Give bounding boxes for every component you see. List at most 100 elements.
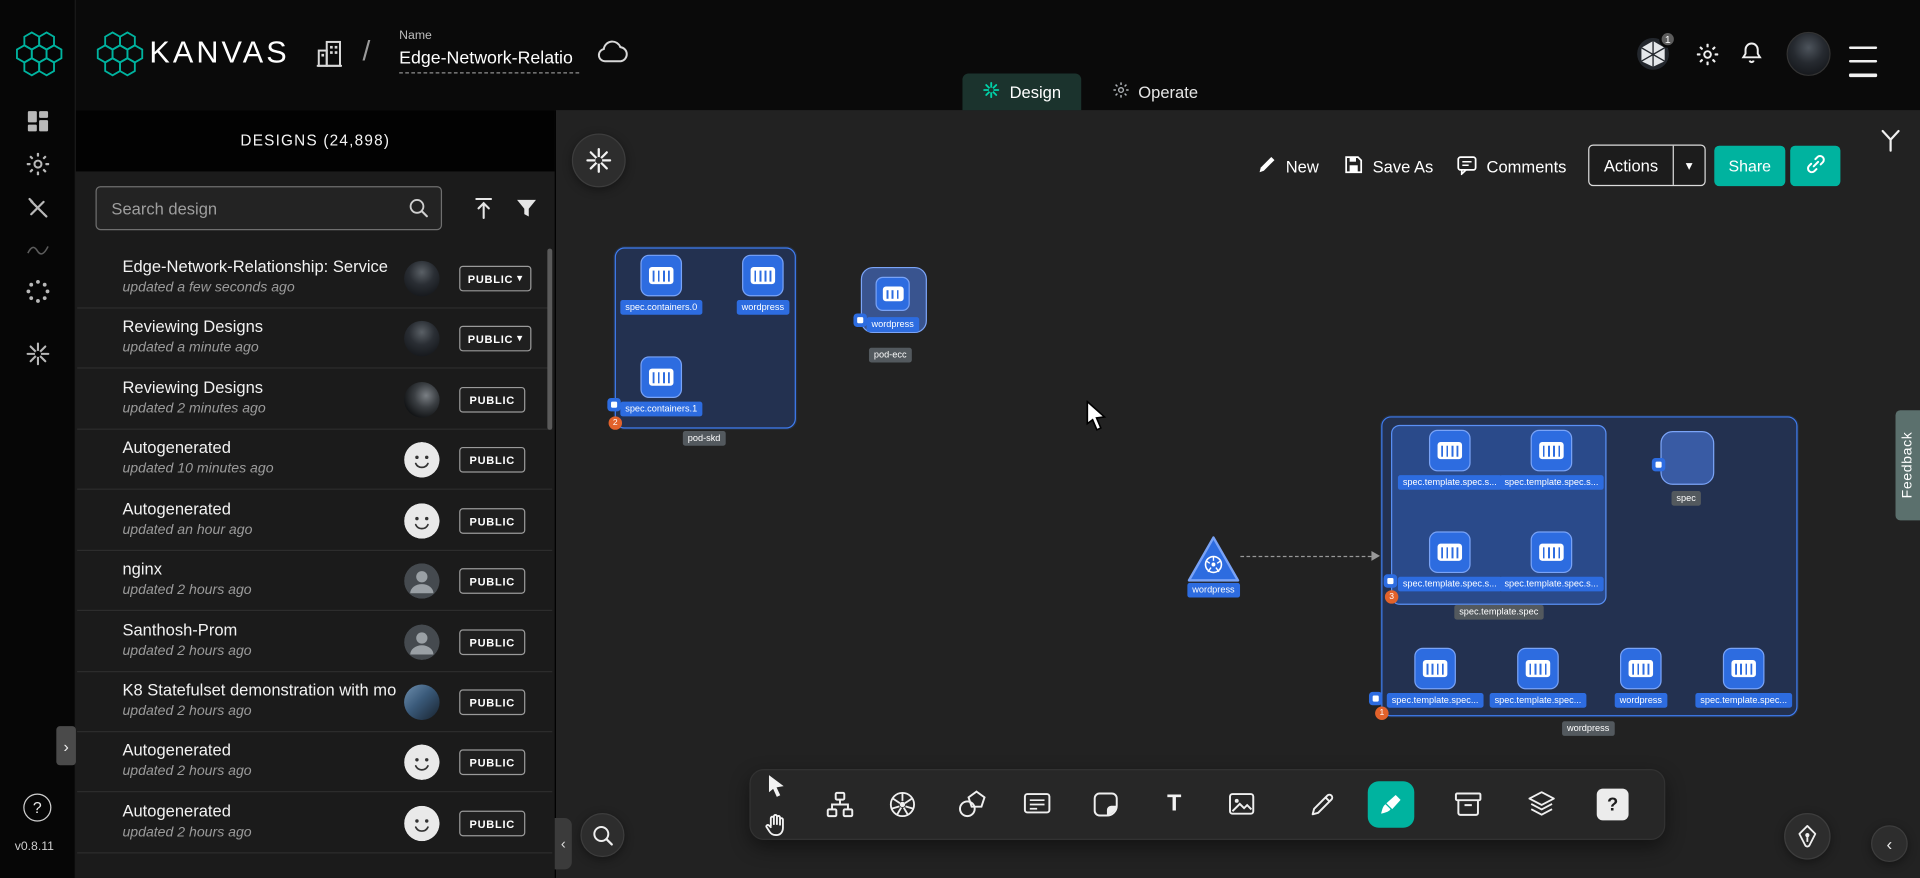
pod-icon[interactable] [640,255,682,297]
list-item[interactable]: Autogenerated updated 2 hours ago PUBLIC [77,793,552,853]
settings-gear-icon[interactable] [1695,42,1721,68]
notifications-bell-icon[interactable] [1739,40,1765,67]
panel-scrollbar[interactable] [547,249,552,430]
pod-icon[interactable] [876,277,910,311]
count-badge[interactable]: 3 [1385,590,1398,603]
kanvas-menu-button[interactable] [572,133,626,187]
kubernetes-tool[interactable] [887,789,919,821]
pod-icon[interactable] [1531,531,1573,573]
component-badge-icon[interactable] [607,398,620,411]
sidebar-expand-button[interactable]: › [56,726,76,765]
visibility-badge[interactable]: PUBLIC [459,508,525,534]
visibility-badge[interactable]: PUBLIC [459,811,525,837]
import-design-icon[interactable] [470,195,497,222]
pod-icon[interactable] [1620,648,1662,690]
tab-design[interactable]: Design [962,73,1081,110]
pod-icon[interactable] [1517,648,1559,690]
notes-tool[interactable] [1021,789,1053,821]
shapes-tool[interactable] [956,789,988,821]
pod-icon[interactable] [1429,430,1471,472]
share-button[interactable]: Share [1714,146,1785,186]
design-updated: updated 10 minutes ago [122,462,273,477]
dashboard-icon[interactable] [23,107,52,136]
caret-down-icon[interactable]: ▾ [1673,146,1705,185]
list-item[interactable]: K8 Statefulset demonstration with mo upd… [77,672,552,732]
pointer-pen-button[interactable] [1784,813,1831,860]
organization-icon[interactable] [313,38,345,70]
pod-icon[interactable] [1723,648,1765,690]
visibility-badge[interactable]: PUBLIC [459,629,525,655]
save-as-button[interactable]: Save As [1343,151,1433,183]
list-item[interactable]: Reviewing Designs updated a minute ago P… [77,309,552,369]
design-title: Reviewing Designs [122,378,401,396]
visibility-badge[interactable]: PUBLIC [459,447,525,473]
help-tool[interactable]: ? [1597,789,1629,821]
component-label: spec.template.spec.s... [1398,475,1502,490]
component-badge-icon[interactable] [853,313,866,326]
toolbox-icon[interactable] [23,192,52,221]
list-item[interactable]: Edge-Network-Relationship: Service updat… [77,249,552,309]
select-cursor-tool[interactable] [762,771,789,798]
layers-tool[interactable] [1526,789,1558,821]
count-badge[interactable]: 1 [1375,707,1388,720]
node-name-label: pod-ecc [869,348,911,363]
actions-dropdown-button[interactable]: Actions ▾ [1588,144,1706,186]
list-item[interactable]: Santhosh-Prom updated 2 hours ago PUBLIC [77,612,552,672]
dots-circle-icon[interactable] [23,277,52,306]
list-item[interactable]: Autogenerated updated an hour ago PUBLIC [77,491,552,551]
list-item[interactable]: Autogenerated updated 10 minutes ago PUB… [77,430,552,490]
comments-button[interactable]: Comments [1456,151,1567,183]
list-item[interactable]: Reviewing Designs updated 2 minutes ago … [77,370,552,430]
collapse-panel-button[interactable]: ‹ [555,818,572,869]
meshery-notification-button[interactable]: 1 [1636,37,1670,71]
versions-branch-icon[interactable] [1876,126,1905,155]
visibility-badge[interactable]: PUBLIC [459,749,525,775]
text-tool[interactable]: T [1158,789,1190,821]
lifecycle-gear-icon[interactable] [23,149,52,178]
visibility-badge[interactable]: PUBLIC▾ [459,266,532,292]
kanvas-flower-icon[interactable] [23,339,52,368]
kanvas-logo-icon[interactable] [15,29,64,84]
list-item[interactable]: Autogenerated updated 2 hours ago PUBLIC [77,732,552,792]
design-updated: updated a few seconds ago [122,280,294,295]
pod-icon[interactable] [1429,531,1471,573]
feedback-tab[interactable]: Feedback [1896,410,1920,520]
visibility-badge[interactable]: PUBLIC [459,689,525,715]
component-badge-icon[interactable] [1652,458,1665,471]
design-updated: updated 2 hours ago [122,825,251,840]
zoom-button[interactable] [580,813,624,857]
pan-hand-tool[interactable] [762,811,789,838]
tab-operate[interactable]: Operate [1093,73,1215,110]
filter-icon[interactable] [514,196,538,220]
list-item[interactable]: nginx updated 2 hours ago PUBLIC [77,551,552,611]
visibility-badge[interactable]: PUBLIC [459,387,525,413]
user-avatar[interactable] [1787,32,1831,76]
component-badge-icon[interactable] [1369,692,1382,705]
sticker-tool[interactable] [1090,789,1122,821]
collapse-right-button[interactable]: ‹ [1871,825,1908,862]
node-spec[interactable] [1660,431,1714,485]
pod-icon[interactable] [1414,648,1456,690]
pencil-tool[interactable] [1307,789,1339,821]
copy-link-button[interactable] [1790,146,1840,186]
visibility-badge[interactable]: PUBLIC [459,568,525,594]
help-button[interactable]: ? [23,793,51,821]
design-name-input[interactable] [399,49,579,73]
brush-tool-active[interactable] [1368,781,1415,828]
brand-logo-icon[interactable] [96,29,145,84]
pod-icon[interactable] [640,356,682,398]
menu-hamburger-icon[interactable] [1849,40,1877,82]
performance-line-icon[interactable] [23,235,52,264]
flowchart-tool[interactable] [824,789,856,821]
image-tool[interactable] [1226,789,1258,821]
count-badge[interactable]: 2 [609,416,622,429]
new-button[interactable]: New [1256,151,1318,183]
pod-icon[interactable] [742,255,784,297]
drawer-tool[interactable] [1452,789,1484,821]
design-updated: updated a minute ago [122,340,258,355]
component-label: spec.template.spec... [1695,693,1792,708]
pod-icon[interactable] [1531,430,1573,472]
visibility-badge[interactable]: PUBLIC▾ [459,326,532,352]
component-badge-icon[interactable] [1384,574,1397,587]
search-input[interactable] [96,186,443,230]
